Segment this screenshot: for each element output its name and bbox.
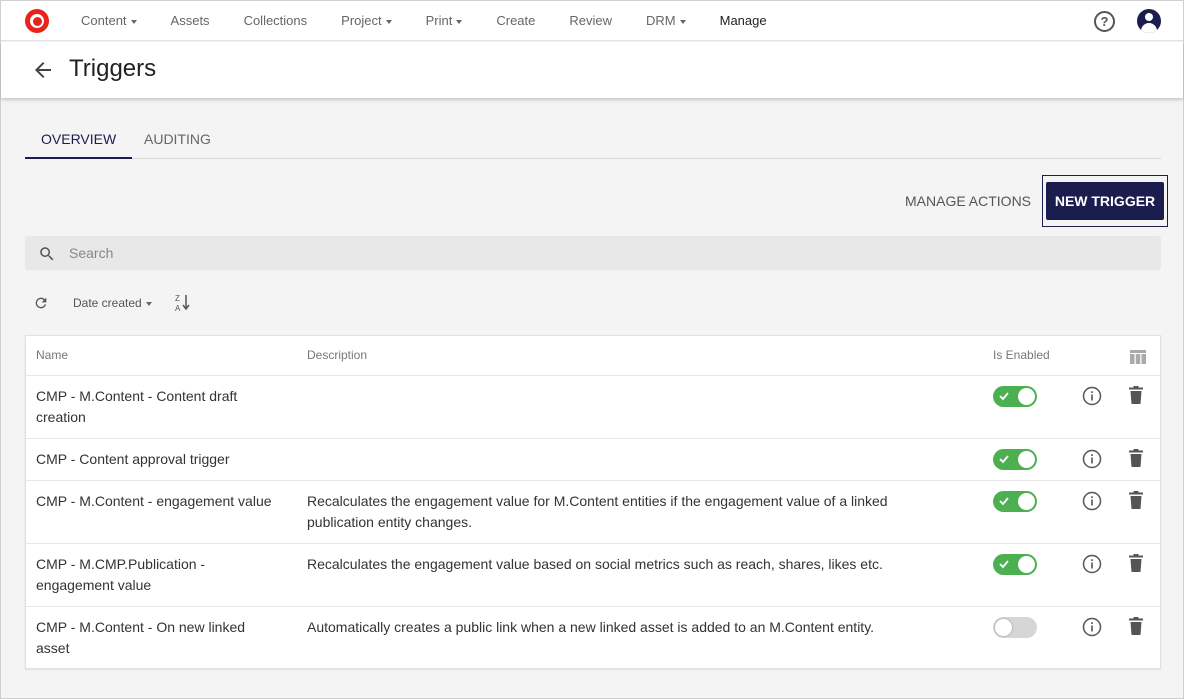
trigger-name[interactable]: CMP - M.Content - On new linked asset: [36, 617, 281, 659]
nav-item-project[interactable]: Project: [323, 1, 407, 41]
column-header-is-enabled[interactable]: Is Enabled: [993, 348, 1050, 362]
tab-overview[interactable]: OVERVIEW: [25, 119, 133, 159]
delete-icon[interactable]: [1129, 491, 1143, 509]
trigger-name[interactable]: CMP - Content approval trigger: [36, 449, 281, 470]
checkmark-icon: [999, 392, 1009, 401]
new-trigger-focus-ring: NEW TRIGGER: [1042, 175, 1168, 227]
toggle-knob: [1018, 493, 1035, 510]
info-icon[interactable]: [1082, 617, 1102, 637]
chevron-down-icon: [456, 19, 463, 24]
trigger-name[interactable]: CMP - M.Content - Content draft creation: [36, 386, 281, 428]
enabled-toggle[interactable]: [993, 617, 1037, 638]
toggle-knob: [1018, 388, 1035, 405]
delete-icon[interactable]: [1129, 386, 1143, 404]
column-header-name[interactable]: Name: [36, 348, 68, 362]
tab-bar: OVERVIEW AUDITING: [25, 119, 1161, 159]
checkmark-icon: [999, 497, 1009, 506]
nav-item-manage[interactable]: Manage: [702, 1, 783, 41]
chevron-down-icon: [145, 301, 152, 306]
table-row[interactable]: CMP - M.Content - On new linked asset Aut…: [26, 607, 1160, 669]
table-header: Name Description Is Enabled: [26, 336, 1160, 376]
sort-z-a-icon[interactable]: Z A: [174, 293, 192, 313]
chevron-down-icon: [679, 19, 686, 24]
search-bar: [25, 236, 1161, 270]
chevron-down-icon: [385, 19, 392, 24]
table-row[interactable]: CMP - M.CMP.Publication - engagement val…: [26, 544, 1160, 607]
table-row[interactable]: CMP - M.Content - Content draft creation: [26, 376, 1160, 439]
svg-text:Z: Z: [175, 294, 180, 303]
toggle-knob: [1018, 451, 1035, 468]
user-avatar-icon[interactable]: [1137, 9, 1161, 33]
nav-item-label: Review: [569, 13, 613, 28]
enabled-toggle[interactable]: [993, 491, 1037, 512]
page-header: Triggers: [1, 42, 1183, 98]
search-input[interactable]: [69, 236, 1149, 270]
top-nav: Content Assets Collections Project Print Crea…: [1, 1, 1183, 41]
table-row[interactable]: CMP - M.Content - engagement value Recalc…: [26, 481, 1160, 544]
column-header-description[interactable]: Description: [307, 348, 367, 362]
info-icon[interactable]: [1082, 449, 1102, 469]
back-arrow-icon[interactable]: [31, 58, 55, 82]
nav-menu: Content Assets Collections Project Print Crea…: [63, 1, 783, 41]
nav-item-label: Content: [81, 13, 127, 28]
delete-icon[interactable]: [1129, 554, 1143, 572]
page-title: Triggers: [69, 55, 157, 82]
sort-field-label: Date created: [73, 296, 142, 310]
nav-item-assets[interactable]: Assets: [153, 1, 226, 41]
manage-actions-button[interactable]: MANAGE ACTIONS: [895, 183, 1041, 219]
nav-item-label: Create: [496, 13, 536, 28]
delete-icon[interactable]: [1129, 449, 1143, 467]
toggle-knob: [995, 619, 1012, 636]
column-settings-icon[interactable]: [1130, 350, 1146, 364]
new-trigger-button[interactable]: NEW TRIGGER: [1046, 182, 1164, 220]
table-row[interactable]: CMP - Content approval trigger: [26, 439, 1160, 481]
info-icon[interactable]: [1082, 386, 1102, 406]
nav-item-label: Collections: [243, 13, 308, 28]
trigger-description: Recalculates the engagement value based …: [307, 556, 883, 572]
nav-item-label: Manage: [719, 13, 767, 28]
trigger-description: Automatically creates a public link when…: [307, 619, 875, 635]
nav-item-label: Assets: [170, 13, 210, 28]
toggle-knob: [1018, 556, 1035, 573]
svg-text:A: A: [175, 304, 181, 313]
help-icon[interactable]: ?: [1094, 11, 1115, 32]
nav-item-review[interactable]: Review: [551, 1, 628, 41]
tab-auditing[interactable]: AUDITING: [128, 119, 227, 159]
nav-item-content[interactable]: Content: [63, 1, 153, 41]
trigger-name[interactable]: CMP - M.Content - engagement value: [36, 491, 281, 512]
delete-icon[interactable]: [1129, 617, 1143, 635]
nav-item-create[interactable]: Create: [478, 1, 551, 41]
triggers-table: Name Description Is Enabled CMP - M.Cont…: [25, 335, 1161, 669]
chevron-down-icon: [130, 19, 137, 24]
checkmark-icon: [999, 560, 1009, 569]
info-icon[interactable]: [1082, 491, 1102, 511]
brand-logo-icon[interactable]: [25, 9, 49, 33]
nav-item-label: DRM: [646, 13, 676, 28]
nav-item-label: Project: [341, 13, 382, 28]
enabled-toggle[interactable]: [993, 386, 1037, 407]
nav-item-label: Print: [425, 13, 453, 28]
trigger-name[interactable]: CMP - M.CMP.Publication - engagement val…: [36, 554, 281, 596]
trigger-description: Recalculates the engagement value for M.…: [307, 493, 888, 530]
search-icon: [40, 247, 54, 261]
info-icon[interactable]: [1082, 554, 1102, 574]
nav-item-drm[interactable]: DRM: [628, 1, 702, 41]
checkmark-icon: [999, 455, 1009, 464]
refresh-icon[interactable]: [33, 295, 49, 311]
nav-item-print[interactable]: Print: [408, 1, 479, 41]
enabled-toggle[interactable]: [993, 554, 1037, 575]
nav-item-collections[interactable]: Collections: [226, 1, 324, 41]
enabled-toggle[interactable]: [993, 449, 1037, 470]
sort-field-select[interactable]: Date created: [73, 294, 152, 312]
